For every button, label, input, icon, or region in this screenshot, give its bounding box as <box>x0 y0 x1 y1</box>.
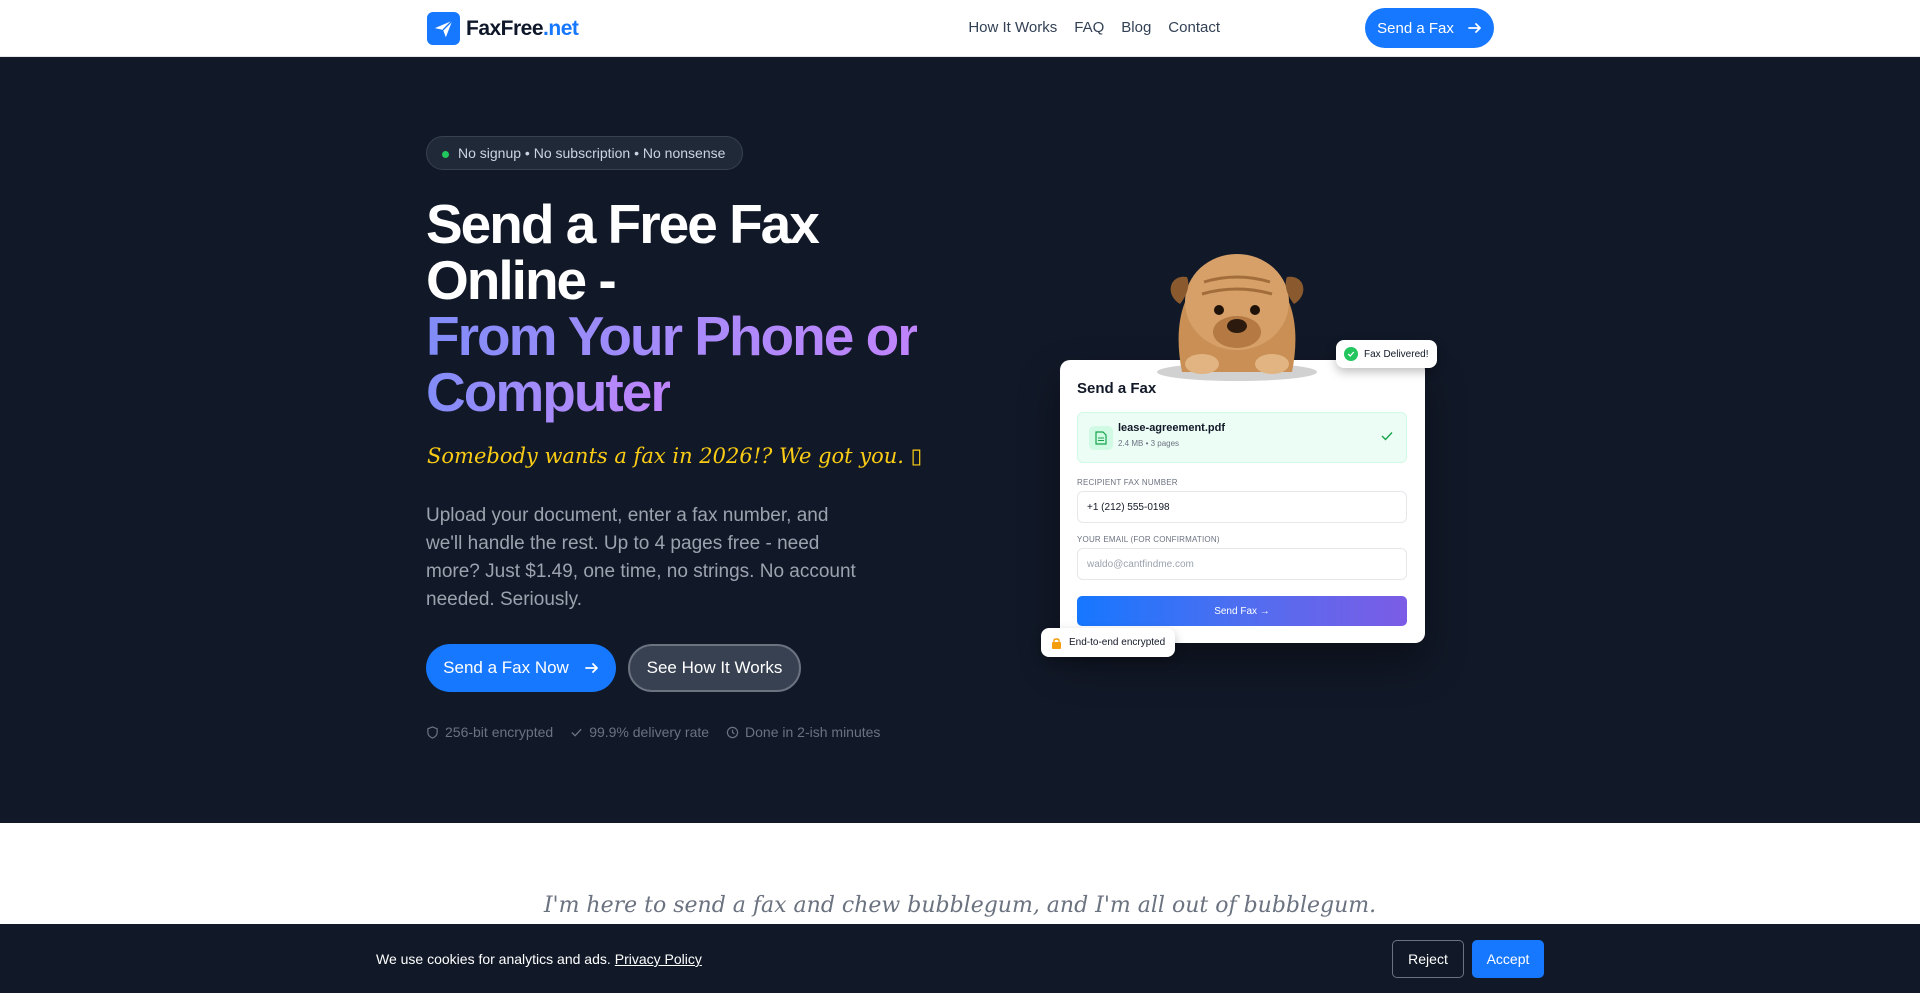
uploaded-file: lease-agreement.pdf 2.4 MB • 3 pages <box>1077 412 1407 463</box>
hero-badge: No signup • No subscription • No nonsens… <box>426 136 744 170</box>
shield-icon <box>427 725 438 739</box>
recipient-fax-input[interactable]: +1 (212) 555-0198 <box>1077 491 1407 523</box>
hero-description: Upload your document, enter a fax number… <box>426 505 856 610</box>
header-cta-label: Send a Fax <box>1377 19 1454 37</box>
logo-link[interactable]: FaxFree.net <box>427 12 579 45</box>
file-meta: 2.4 MB • 3 pages <box>1118 439 1180 448</box>
file-name: lease-agreement.pdf <box>1118 422 1225 434</box>
puppy-illustration <box>1157 254 1317 381</box>
hero-badge-text: No signup • No subscription • No nonsens… <box>458 145 726 161</box>
mockup-send-fax-button[interactable]: Send Fax → <box>1077 596 1407 626</box>
email-input[interactable]: waldo@cantfindme.com <box>1077 548 1407 580</box>
see-how-it-works-button[interactable]: See How It Works <box>628 644 801 692</box>
encrypted-badge: End-to-end encrypted <box>1041 628 1176 657</box>
main-nav: How It Works FAQ Blog Contact <box>968 19 1220 36</box>
check-icon <box>1381 432 1393 441</box>
encrypted-text: End-to-end encrypted <box>1069 637 1166 648</box>
recipient-label: RECIPIENT FAX NUMBER <box>1077 478 1178 487</box>
nav-contact[interactable]: Contact <box>1168 19 1220 36</box>
hero-headline: Send a Free Fax Online - From Your Phone… <box>426 196 946 420</box>
trust-indicators: 256-bit encrypted 99.9% delivery rate Do… <box>426 724 880 740</box>
nav-faq[interactable]: FAQ <box>1074 19 1104 36</box>
fax-delivered-badge: Fax Delivered! <box>1336 340 1438 368</box>
status-dot-icon <box>442 151 449 158</box>
paper-plane-icon <box>427 12 460 45</box>
section-quote: I'm here to send a fax and chew bubblegu… <box>543 893 1377 918</box>
trust-text-speed: Done in 2-ish minutes <box>745 724 881 740</box>
headline-line-2: Online - <box>426 249 617 311</box>
send-fax-now-button[interactable]: Send a Fax Now <box>426 644 616 692</box>
arrow-right-icon <box>584 663 598 673</box>
document-icon <box>1089 426 1113 450</box>
trust-item-speed: Done in 2-ish minutes <box>726 724 880 740</box>
hero-tagline: Somebody wants a fax in 2026!? We got yo… <box>427 444 923 468</box>
reject-cookies-button[interactable]: Reject <box>1392 940 1464 978</box>
trust-item-encrypted: 256-bit encrypted <box>426 724 553 740</box>
nav-blog[interactable]: Blog <box>1121 19 1151 36</box>
fax-delivered-text: Fax Delivered! <box>1364 348 1429 360</box>
privacy-policy-link[interactable]: Privacy Policy <box>615 951 702 967</box>
mockup-title: Send a Fax <box>1077 380 1157 397</box>
check-icon <box>571 728 582 737</box>
trust-text-delivery: 99.9% delivery rate <box>589 724 710 740</box>
lock-icon <box>1052 637 1061 649</box>
trust-item-delivery: 99.9% delivery rate <box>570 724 709 740</box>
trust-text-encrypted: 256-bit encrypted <box>445 724 554 740</box>
header-send-fax-button[interactable]: Send a Fax <box>1365 8 1494 48</box>
headline-gradient-line-2: Computer <box>426 361 672 423</box>
headline-line-1: Send a Free Fax <box>426 193 820 255</box>
logo-text: FaxFree.net <box>466 16 579 40</box>
clock-icon <box>726 726 739 738</box>
cookie-text: We use cookies for analytics and ads. <box>376 951 611 967</box>
headline-gradient-line-1: From Your Phone or <box>426 305 919 367</box>
send-fax-mockup-card: Send a Fax lease-agreement.pdf 2.4 MB • … <box>1060 360 1425 643</box>
email-label: YOUR EMAIL (FOR CONFIRMATION) <box>1077 535 1220 544</box>
success-check-icon <box>1344 347 1358 361</box>
send-fax-now-label: Send a Fax Now <box>443 658 569 677</box>
hero-section <box>0 57 1920 823</box>
see-how-it-works-label: See How It Works <box>646 658 783 677</box>
site-header: FaxFree.net How It Works FAQ Blog Contac… <box>0 0 1920 57</box>
cookie-message: We use cookies for analytics and ads. Pri… <box>376 951 702 967</box>
nav-how-it-works[interactable]: How It Works <box>968 19 1057 36</box>
cookie-banner: We use cookies for analytics and ads. Pri… <box>0 924 1920 993</box>
arrow-right-icon <box>1467 23 1481 33</box>
accept-cookies-button[interactable]: Accept <box>1472 940 1544 978</box>
